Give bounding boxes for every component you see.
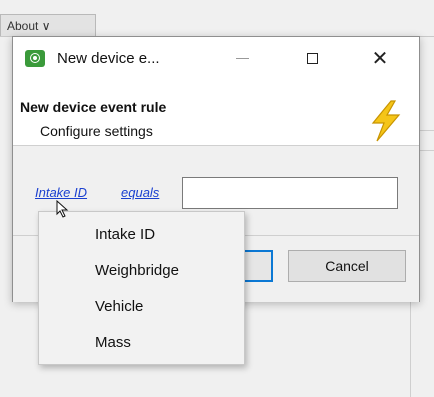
dropdown-item-intake-id[interactable]: Intake ID <box>95 226 155 243</box>
maximize-button[interactable] <box>289 37 335 81</box>
close-icon: ✕ <box>371 48 389 70</box>
minimize-button[interactable] <box>219 37 265 81</box>
header-subtitle: Configure settings <box>40 123 153 139</box>
window-title: New device e... <box>57 50 160 67</box>
dropdown-item-weighbridge[interactable]: Weighbridge <box>95 262 179 279</box>
close-button[interactable]: ✕ <box>357 37 403 81</box>
header-title: New device event rule <box>20 99 167 115</box>
cancel-button[interactable]: Cancel <box>288 250 406 282</box>
field-selector-link[interactable]: Intake ID <box>35 185 87 200</box>
dropdown-item-mass[interactable]: Mass <box>95 334 131 351</box>
value-input[interactable] <box>182 177 398 209</box>
dropdown-item-vehicle[interactable]: Vehicle <box>95 298 143 315</box>
title-bar[interactable]: New device e... ✕ <box>13 37 419 81</box>
dialog-header: New device event rule Configure settings <box>13 81 419 146</box>
maximize-icon <box>306 53 318 65</box>
rule-condition-row: Intake ID equals <box>13 145 419 217</box>
operator-selector-link[interactable]: equals <box>121 185 159 200</box>
field-dropdown-menu: Intake ID Weighbridge Vehicle Mass <box>38 211 245 365</box>
mouse-cursor-icon <box>56 200 69 218</box>
background-tab[interactable]: About ∨ <box>0 14 96 36</box>
device-app-icon <box>25 50 45 67</box>
lightning-bolt-icon <box>371 100 401 142</box>
minimize-icon <box>235 58 249 60</box>
